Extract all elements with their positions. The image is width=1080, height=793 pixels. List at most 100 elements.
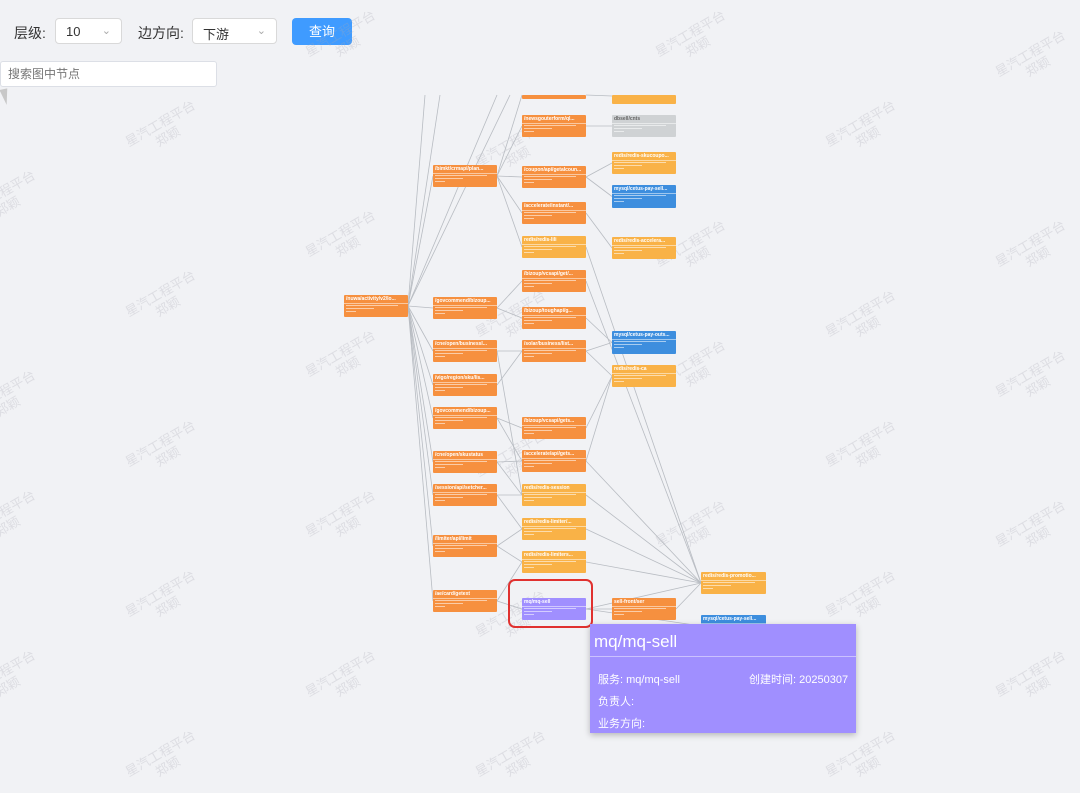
graph-node-detail-line [435, 384, 487, 385]
tooltip-business-direction: 业务方向: [598, 715, 645, 731]
graph-node[interactable]: redis/redis-limiters... [522, 551, 586, 573]
graph-node-detail-line [614, 253, 624, 254]
graph-edge [407, 305, 434, 463]
graph-edge [496, 307, 523, 319]
graph-node-detail-line [614, 162, 666, 163]
graph-node[interactable]: /coupon/api/getalcoun... [522, 166, 586, 188]
graph-node-detail-line [524, 561, 576, 562]
graph-node[interactable]: /bizoup/vcsapi/get/... [522, 270, 586, 292]
graph-node-label: /accelerate/api/gets... [522, 450, 586, 459]
graph-node[interactable]: /accelerate/api/gets... [522, 450, 586, 472]
graph-node-detail-line [524, 317, 576, 318]
graph-node-detail-line [614, 341, 666, 342]
graph-node[interactable]: redis/redis-limiter/... [522, 518, 586, 540]
graph-node-detail-line [435, 461, 487, 462]
graph-edge [585, 162, 613, 178]
graph-node-detail-line [703, 582, 755, 583]
graph-node[interactable]: /accelerate/instant/... [522, 202, 586, 224]
graph-node-detail-line [614, 250, 642, 251]
graph-node-label: /limiter/api/limit [433, 535, 497, 544]
graph-node-detail-line [435, 548, 463, 549]
graph-edge [585, 460, 702, 584]
graph-node-detail-line [435, 494, 487, 495]
graph-node[interactable]: sell-front/ser [612, 598, 676, 620]
graph-node[interactable]: /session/api/setcher... [433, 484, 497, 506]
graph-node[interactable]: redis/redis-session [522, 484, 586, 506]
graph-node[interactable] [522, 95, 586, 99]
graph-node[interactable]: redis/redis-promotio... [701, 572, 766, 594]
graph-edge [496, 94, 523, 177]
graph-node-detail-line [614, 611, 642, 612]
graph-node-detail-line [524, 430, 552, 431]
graph-node-detail-line [435, 356, 445, 357]
graph-node-detail-line [524, 131, 534, 132]
graph-node-detail-line [524, 179, 552, 180]
graph-node-detail-line [435, 353, 463, 354]
graph-edge [585, 342, 613, 352]
graph-edge [407, 305, 434, 602]
graph-node-label: redis/redis-session [522, 484, 586, 493]
graph-node-detail-line [524, 531, 552, 532]
graph-node[interactable]: /cne/open/skustatus [433, 451, 497, 473]
graph-node[interactable]: /nuwa/activity/v2/lo... [344, 295, 408, 317]
graph-node-label: mysql/cetus-pay-outs... [612, 331, 676, 340]
graph-node-detail-line [435, 390, 445, 391]
graph-node-detail-line [614, 247, 666, 248]
graph-node-label: redis/redis-lili [522, 236, 586, 245]
graph-node[interactable]: mysql/cetus-pay-sell... [612, 185, 676, 208]
graph-node-detail-line [524, 494, 576, 495]
graph-node-label: redis/redis-skucoupo... [612, 152, 676, 161]
graph-node-detail-line [524, 283, 552, 284]
graph-node-detail-line [435, 600, 487, 601]
graph-node-detail-line [346, 305, 398, 306]
graph-node[interactable]: /govcommend/bizoup... [433, 407, 497, 429]
graph-node-detail-line [524, 427, 576, 428]
graph-node[interactable]: /vigo/region/sku/lis... [433, 374, 497, 396]
graph-node[interactable]: /bizoup/toughapi/g... [522, 307, 586, 329]
graph-edge [496, 125, 523, 177]
graph-node[interactable]: redis/redis-skucoupo... [612, 152, 676, 174]
graph-node-label: sell-front/ser [612, 598, 676, 607]
graph-node[interactable]: /ae/card/getext [433, 590, 497, 612]
graph-node-label: /nuwa/activity/v2/lo... [344, 295, 408, 304]
owner-label: 负责人: [598, 696, 635, 708]
graph-edge [585, 375, 613, 462]
graph-node[interactable]: /limiter/api/limit [433, 535, 497, 557]
graph-node-detail-line [435, 178, 463, 179]
graph-edge [496, 175, 523, 178]
graph-edge [496, 175, 523, 248]
graph-edge [496, 417, 523, 429]
graph-node[interactable]: /cne/open/businessI... [433, 340, 497, 362]
graph-node[interactable]: mysql/cetus-pay-outs... [612, 331, 676, 354]
graph-node-detail-line [524, 564, 552, 565]
graph-node[interactable]: dbsell/cnts [612, 115, 676, 137]
graph-node-detail-line [614, 125, 666, 126]
graph-node[interactable] [612, 95, 676, 104]
graph-node-detail-line [435, 464, 463, 465]
graph-node[interactable]: redis/redis-ca [612, 365, 676, 387]
graph-edge [407, 94, 426, 307]
tooltip-owner: 负责人: [598, 693, 634, 709]
graph-node-detail-line [435, 307, 487, 308]
graph-node-detail-line [435, 500, 445, 501]
graph-node[interactable]: /govcommend/bizoup... [433, 297, 497, 319]
graph-node-label: /session/api/setcher... [433, 484, 497, 493]
graph-node-detail-line [524, 497, 552, 498]
graph-node[interactable]: redis/redis-accelera... [612, 237, 676, 259]
graph-edge [407, 175, 434, 307]
graph-node-detail-line [435, 606, 445, 607]
graph-node[interactable]: /newsgouterform/ql... [522, 115, 586, 137]
graph-node[interactable]: /bizoup/vcsapi/gets... [522, 417, 586, 439]
graph-node-detail-line [524, 500, 534, 501]
tooltip-title: mq/mq-sell [590, 624, 856, 657]
business-direction-label: 业务方向: [598, 718, 646, 730]
graph-node[interactable]: /bimkt/crmapi/plan... [433, 165, 497, 187]
graph-node-detail-line [524, 212, 576, 213]
graph-node-detail-line [435, 181, 445, 182]
graph-node[interactable]: redis/redis-lili [522, 236, 586, 258]
graph-node[interactable]: /solar/business/list... [522, 340, 586, 362]
graph-node-detail-line [524, 249, 552, 250]
graph-node-detail-line [435, 313, 445, 314]
graph-node-detail-line [614, 381, 624, 382]
graph-node-detail-line [524, 567, 534, 568]
